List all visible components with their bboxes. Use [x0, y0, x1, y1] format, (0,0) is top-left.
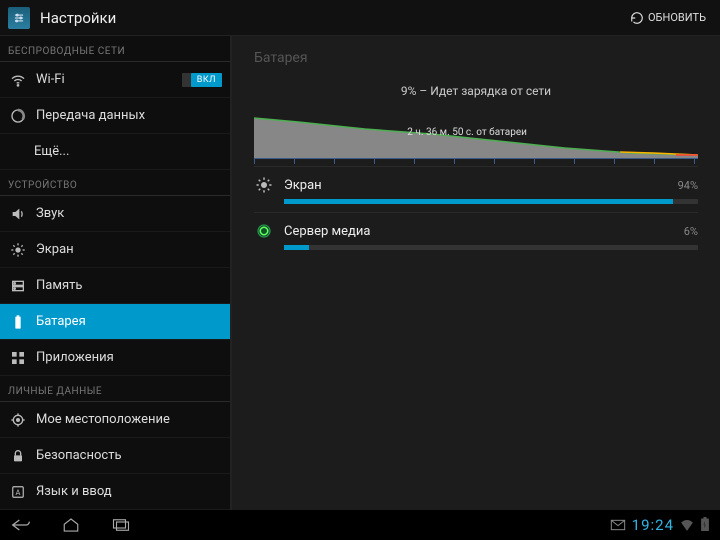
battery-status-icon — [700, 516, 710, 535]
consumer-percent: 6% — [684, 225, 698, 238]
brightness-icon — [254, 175, 274, 195]
battery-graph-caption: 2 ч. 36 м. 50 с. от батареи — [403, 126, 531, 139]
sidebar-item-label: Мое местоположение — [36, 412, 170, 427]
sidebar-item-label: Память — [36, 278, 82, 293]
sidebar-item-display[interactable]: Экран — [0, 232, 230, 268]
sidebar-item-label: Язык и ввод — [36, 484, 112, 499]
sound-icon — [10, 206, 26, 222]
settings-app-icon — [8, 7, 30, 29]
sidebar-item-label: Передача данных — [36, 108, 145, 123]
consumer-row-media-server[interactable]: Сервер медиа 6% — [254, 212, 698, 258]
sidebar-item-label: Батарея — [36, 314, 86, 329]
sidebar-item-more[interactable]: Ещё... — [0, 134, 230, 170]
mail-notification-icon[interactable] — [610, 516, 626, 535]
sidebar-item-language[interactable]: A Язык и ввод — [0, 474, 230, 510]
sidebar-item-label: Wi-Fi — [36, 72, 65, 87]
sidebar-item-apps[interactable]: Приложения — [0, 340, 230, 376]
media-server-icon — [254, 221, 274, 241]
battery-status: 9% – Идет зарядка от сети — [254, 84, 698, 108]
sidebar-item-label: Приложения — [36, 350, 114, 365]
location-icon — [10, 412, 26, 428]
refresh-button[interactable]: ОБНОВИТЬ — [624, 7, 712, 29]
sidebar-item-label: Безопасность — [36, 448, 122, 463]
sidebar-item-wifi[interactable]: Wi-Fi ВКЛ — [0, 62, 230, 98]
battery-history-graph[interactable]: 2 ч. 36 м. 50 с. от батареи — [254, 108, 698, 162]
section-header-personal: ЛИЧНЫЕ ДАННЫЕ — [0, 376, 230, 402]
action-bar: Настройки ОБНОВИТЬ — [0, 0, 720, 36]
refresh-icon — [630, 11, 644, 25]
battery-graph-ticks — [254, 158, 698, 164]
sidebar-item-security[interactable]: Безопасность — [0, 438, 230, 474]
battery-icon — [10, 314, 26, 330]
language-icon: A — [10, 484, 26, 500]
sidebar-item-label: Ещё... — [34, 144, 69, 159]
display-icon — [10, 242, 26, 258]
settings-sidebar: БЕСПРОВОДНЫЕ СЕТИ Wi-Fi ВКЛ Передача дан… — [0, 36, 232, 510]
system-nav-bar: 19:24 — [0, 510, 720, 540]
sidebar-item-data-usage[interactable]: Передача данных — [0, 98, 230, 134]
main-content: Батарея 9% – Идет зарядка от сети 2 ч. 3… — [232, 36, 720, 510]
svg-text:A: A — [16, 487, 21, 496]
home-button[interactable] — [60, 514, 82, 536]
status-clock: 19:24 — [632, 516, 674, 534]
section-header-wireless: БЕСПРОВОДНЫЕ СЕТИ — [0, 36, 230, 62]
sidebar-item-label: Звук — [36, 206, 64, 221]
back-button[interactable] — [10, 514, 32, 536]
wifi-toggle[interactable]: ВКЛ — [182, 73, 222, 87]
recent-apps-button[interactable] — [110, 514, 132, 536]
sidebar-item-sound[interactable]: Звук — [0, 196, 230, 232]
wifi-status-icon — [680, 516, 694, 535]
storage-icon — [10, 278, 26, 294]
data-usage-icon — [10, 108, 26, 124]
action-bar-title: Настройки — [40, 9, 624, 27]
consumer-percent: 94% — [678, 179, 698, 192]
sidebar-item-storage[interactable]: Память — [0, 268, 230, 304]
sidebar-item-location[interactable]: Мое местоположение — [0, 402, 230, 438]
sidebar-item-battery[interactable]: Батарея — [0, 304, 230, 340]
consumer-bar — [284, 245, 698, 250]
sidebar-item-label: Экран — [36, 242, 74, 257]
section-header-device: УСТРОЙСТВО — [0, 170, 230, 196]
consumer-name: Сервер медиа — [284, 224, 674, 239]
consumer-name: Экран — [284, 178, 668, 193]
apps-icon — [10, 350, 26, 366]
page-title: Батарея — [254, 36, 698, 84]
consumer-row-screen[interactable]: Экран 94% — [254, 166, 698, 212]
refresh-label: ОБНОВИТЬ — [648, 11, 706, 24]
lock-icon — [10, 448, 26, 464]
wifi-icon — [10, 72, 26, 88]
consumer-bar — [284, 199, 698, 204]
